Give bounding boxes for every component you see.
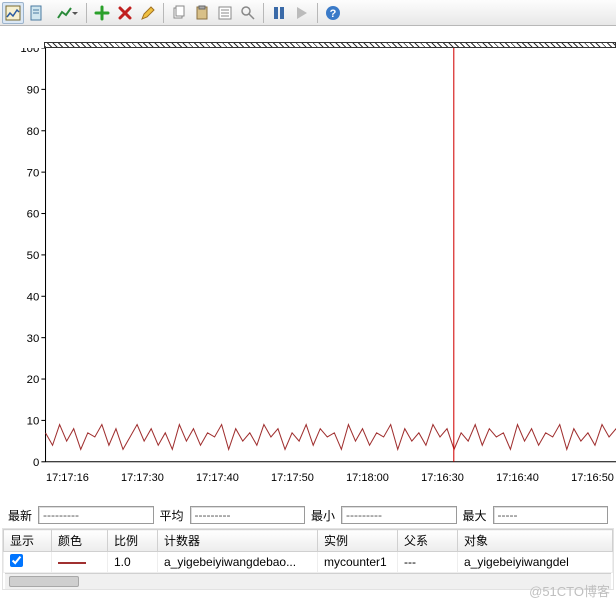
avg-label: 平均 [160, 507, 184, 524]
pencil-icon [140, 5, 156, 21]
x-icon [117, 5, 133, 21]
counter-table: 显示 颜色 比例 计数器 实例 父系 对象 1.0 a_yigebeiyiwan… [2, 528, 614, 590]
chart-area[interactable]: 0 10 20 30 40 50 60 70 80 90 100 17:17:1617:17:301… [0, 42, 616, 502]
latest-value: --------- [38, 506, 153, 524]
separator [86, 3, 87, 23]
svg-text:30: 30 [27, 333, 40, 345]
props-icon [217, 5, 233, 21]
cell-color [52, 552, 108, 573]
copy-button[interactable] [168, 2, 190, 24]
col-color[interactable]: 颜色 [52, 530, 108, 552]
svg-text:20: 20 [27, 374, 40, 386]
svg-text:50: 50 [27, 250, 40, 262]
table-scrollbar-h[interactable] [5, 573, 611, 589]
col-scale[interactable]: 比例 [108, 530, 158, 552]
pause-button[interactable] [268, 2, 290, 24]
max-value: ----- [493, 506, 608, 524]
copy-icon [171, 5, 187, 21]
col-instance[interactable]: 实例 [318, 530, 398, 552]
zoom-icon [240, 5, 256, 21]
stats-row: 最新 --------- 平均 --------- 最小 --------- 最… [0, 502, 616, 528]
avg-value: --------- [190, 506, 305, 524]
cell-parent: --- [398, 552, 458, 573]
resume-button[interactable] [291, 2, 313, 24]
cell-counter: a_yigebeiyiwangdebao... [158, 552, 318, 573]
separator [263, 3, 264, 23]
separator [163, 3, 164, 23]
x-axis-labels: 17:17:1617:17:3017:17:4017:17:5017:18:00… [44, 472, 616, 484]
color-swatch [58, 562, 86, 564]
plus-icon [94, 5, 110, 21]
page-icon [28, 5, 44, 21]
min-label: 最小 [311, 507, 335, 524]
line-chart-icon [57, 5, 73, 21]
svg-text:40: 40 [27, 291, 40, 303]
remove-counter-button[interactable] [114, 2, 136, 24]
svg-text:80: 80 [27, 126, 40, 138]
table-row[interactable]: 1.0 a_yigebeiyiwangdebao... mycounter1 -… [4, 552, 613, 573]
clipboard-icon [194, 5, 210, 21]
highlight-button[interactable] [137, 2, 159, 24]
max-label: 最大 [463, 507, 487, 524]
play-icon [294, 5, 310, 21]
separator [317, 3, 318, 23]
svg-text:90: 90 [27, 85, 40, 97]
min-value: --------- [341, 506, 456, 524]
show-checkbox[interactable] [10, 554, 23, 567]
help-icon: ? [325, 5, 341, 21]
toolbar: ? [0, 0, 616, 26]
svg-text:10: 10 [27, 416, 40, 428]
latest-label: 最新 [8, 507, 32, 524]
svg-text:0: 0 [33, 457, 39, 468]
svg-text:?: ? [330, 8, 337, 20]
paste-button[interactable] [191, 2, 213, 24]
svg-text:60: 60 [27, 209, 40, 221]
zoom-button[interactable] [237, 2, 259, 24]
add-counter-button[interactable] [91, 2, 113, 24]
col-object[interactable]: 对象 [458, 530, 613, 552]
chart-view-button[interactable] [2, 2, 24, 24]
svg-text:70: 70 [27, 167, 40, 179]
col-parent[interactable]: 父系 [398, 530, 458, 552]
col-show[interactable]: 显示 [4, 530, 52, 552]
cell-scale: 1.0 [108, 552, 158, 573]
pause-icon [271, 5, 287, 21]
chart-type-dropdown[interactable] [48, 2, 82, 24]
properties-button[interactable] [214, 2, 236, 24]
cell-show[interactable] [4, 552, 52, 573]
chart-icon [5, 5, 21, 21]
svg-text:100: 100 [20, 48, 39, 55]
chart-svg: 0 10 20 30 40 50 60 70 80 90 100 [0, 48, 616, 468]
report-view-button[interactable] [25, 2, 47, 24]
col-counter[interactable]: 计数器 [158, 530, 318, 552]
cell-object: a_yigebeiyiwangdel [458, 552, 613, 573]
cell-instance: mycounter1 [318, 552, 398, 573]
help-button[interactable]: ? [322, 2, 344, 24]
